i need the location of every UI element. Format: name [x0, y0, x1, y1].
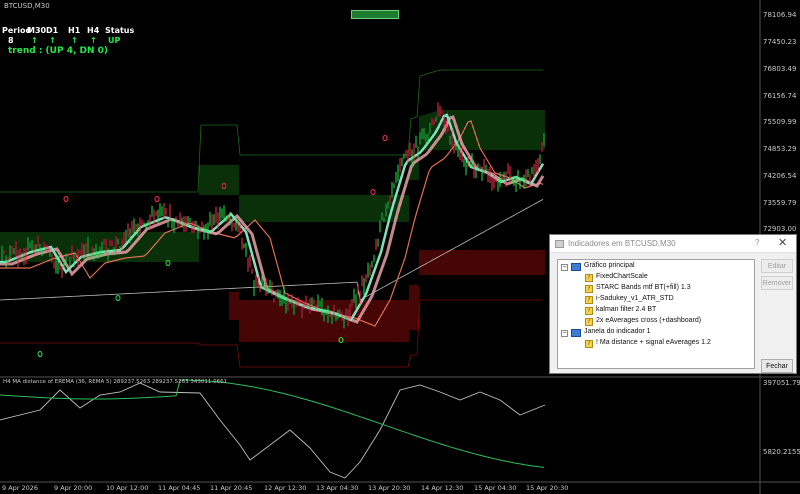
candlesticks — [1, 102, 545, 329]
price-label: 72903.00 — [763, 225, 797, 233]
collapse-icon[interactable]: − — [561, 330, 568, 337]
indicator-icon: f — [585, 318, 593, 326]
close-icon[interactable]: ✕ — [778, 236, 787, 249]
collapse-icon[interactable]: − — [561, 264, 568, 271]
tree-group-subwindow[interactable]: Janela do indicador 1 — [584, 328, 651, 335]
price-label: 77450.23 — [763, 38, 797, 46]
indicators-dialog[interactable]: Indicadores em BTCUSD,M30 ? ✕ − Gráfico … — [549, 234, 797, 374]
dash-status-value: UP — [108, 36, 121, 45]
up-arrow-icon: ↑ — [71, 36, 78, 45]
up-arrow-icon: ↑ — [49, 36, 56, 45]
time-label: 12 Apr 12:30 — [264, 484, 307, 492]
subwindow-top-value: 397051.796 — [763, 379, 800, 387]
tree-group-main[interactable]: Gráfico principal — [584, 262, 635, 269]
tree-item-indicator[interactable]: FixedChartScale — [596, 273, 648, 280]
signal-marker — [370, 189, 376, 195]
signal-line — [0, 379, 545, 468]
dash-header-status: Status — [105, 26, 135, 35]
tree-item-indicator[interactable]: 2x eAverages cross (+dashboard) — [596, 317, 701, 324]
signal-marker — [382, 135, 388, 141]
indicator-tree[interactable]: − Gráfico principal f FixedChartScale f … — [557, 259, 755, 369]
tree-item-indicator[interactable]: STARC Bands mtf BT(+fill) 1.3 — [596, 284, 691, 291]
chart-window-icon — [571, 263, 581, 271]
help-icon[interactable]: ? — [755, 238, 759, 247]
signal-marker — [63, 196, 69, 202]
indicator-icon: f — [585, 285, 593, 293]
time-label: 14 Apr 12:30 — [421, 484, 464, 492]
price-label: 76803.49 — [763, 65, 797, 73]
price-label: 78106.94 — [763, 11, 797, 19]
time-label: 11 Apr 04:45 — [158, 484, 201, 492]
edit-button[interactable]: Editar — [761, 259, 793, 273]
dash-header-d1: D1 — [46, 26, 59, 35]
dialog-titlebar[interactable]: Indicadores em BTCUSD,M30 ? ✕ — [550, 235, 796, 253]
price-label: 73559.79 — [763, 199, 797, 207]
dash-header-h4: H4 — [87, 26, 100, 35]
time-label: 15 Apr 04:30 — [474, 484, 517, 492]
indicator-icon: f — [585, 296, 593, 304]
trend-summary: trend : (UP 4, DN 0) — [8, 46, 109, 56]
subwindow-bottom-value: 5820.2155 — [763, 448, 800, 456]
indicator-icon: f — [585, 307, 593, 315]
up-arrow-icon: ↑ — [31, 36, 38, 45]
up-arrow-icon: ↑ — [90, 36, 97, 45]
time-label: 15 Apr 20:30 — [526, 484, 569, 492]
distance-line — [0, 382, 546, 479]
time-label: 9 Apr 20:00 — [54, 484, 93, 492]
signal-marker — [37, 351, 43, 357]
time-label: 9 Apr 2026 — [2, 484, 39, 492]
price-label: 74853.29 — [763, 145, 797, 153]
indicator-window-icon — [571, 329, 581, 337]
remove-button[interactable]: Remover — [761, 276, 793, 290]
indicator-icon: f — [585, 274, 593, 282]
starc-bands — [0, 69, 545, 368]
chart-symbol: BTCUSD,M30 — [4, 2, 50, 10]
tree-item-indicator[interactable]: kalman filter 2.4 BT — [596, 306, 656, 313]
time-label: 13 Apr 04:30 — [316, 484, 359, 492]
price-label: 76156.74 — [763, 92, 797, 100]
price-label: 75509.99 — [763, 118, 797, 126]
signal-marker — [115, 295, 121, 301]
dash-header-m30: M30 — [27, 26, 47, 35]
one-click-badge[interactable] — [351, 10, 399, 19]
indicator-icon: f — [585, 340, 593, 348]
close-button[interactable]: Fechar — [761, 359, 793, 373]
dialog-app-icon — [555, 240, 564, 248]
signal-marker — [154, 196, 160, 202]
dash-period-value: 8 — [8, 36, 14, 45]
time-label: 11 Apr 20:45 — [210, 484, 253, 492]
time-label: 13 Apr 20:30 — [368, 484, 411, 492]
tree-item-indicator[interactable]: i-Sadukey_v1_ATR_STD — [596, 295, 674, 302]
subwindow-title: H4 MA distance of EREMA (36, REMA 5) 289… — [3, 379, 228, 385]
tree-item-indicator[interactable]: ! Ma distance + signal eAverages 1.2 — [596, 339, 711, 346]
dialog-title: Indicadores em BTCUSD,M30 — [568, 239, 676, 248]
dash-header-h1: H1 — [68, 26, 81, 35]
price-label: 74206.54 — [763, 172, 797, 180]
time-label: 10 Apr 12:00 — [106, 484, 149, 492]
subwindow-lines — [0, 379, 546, 479]
